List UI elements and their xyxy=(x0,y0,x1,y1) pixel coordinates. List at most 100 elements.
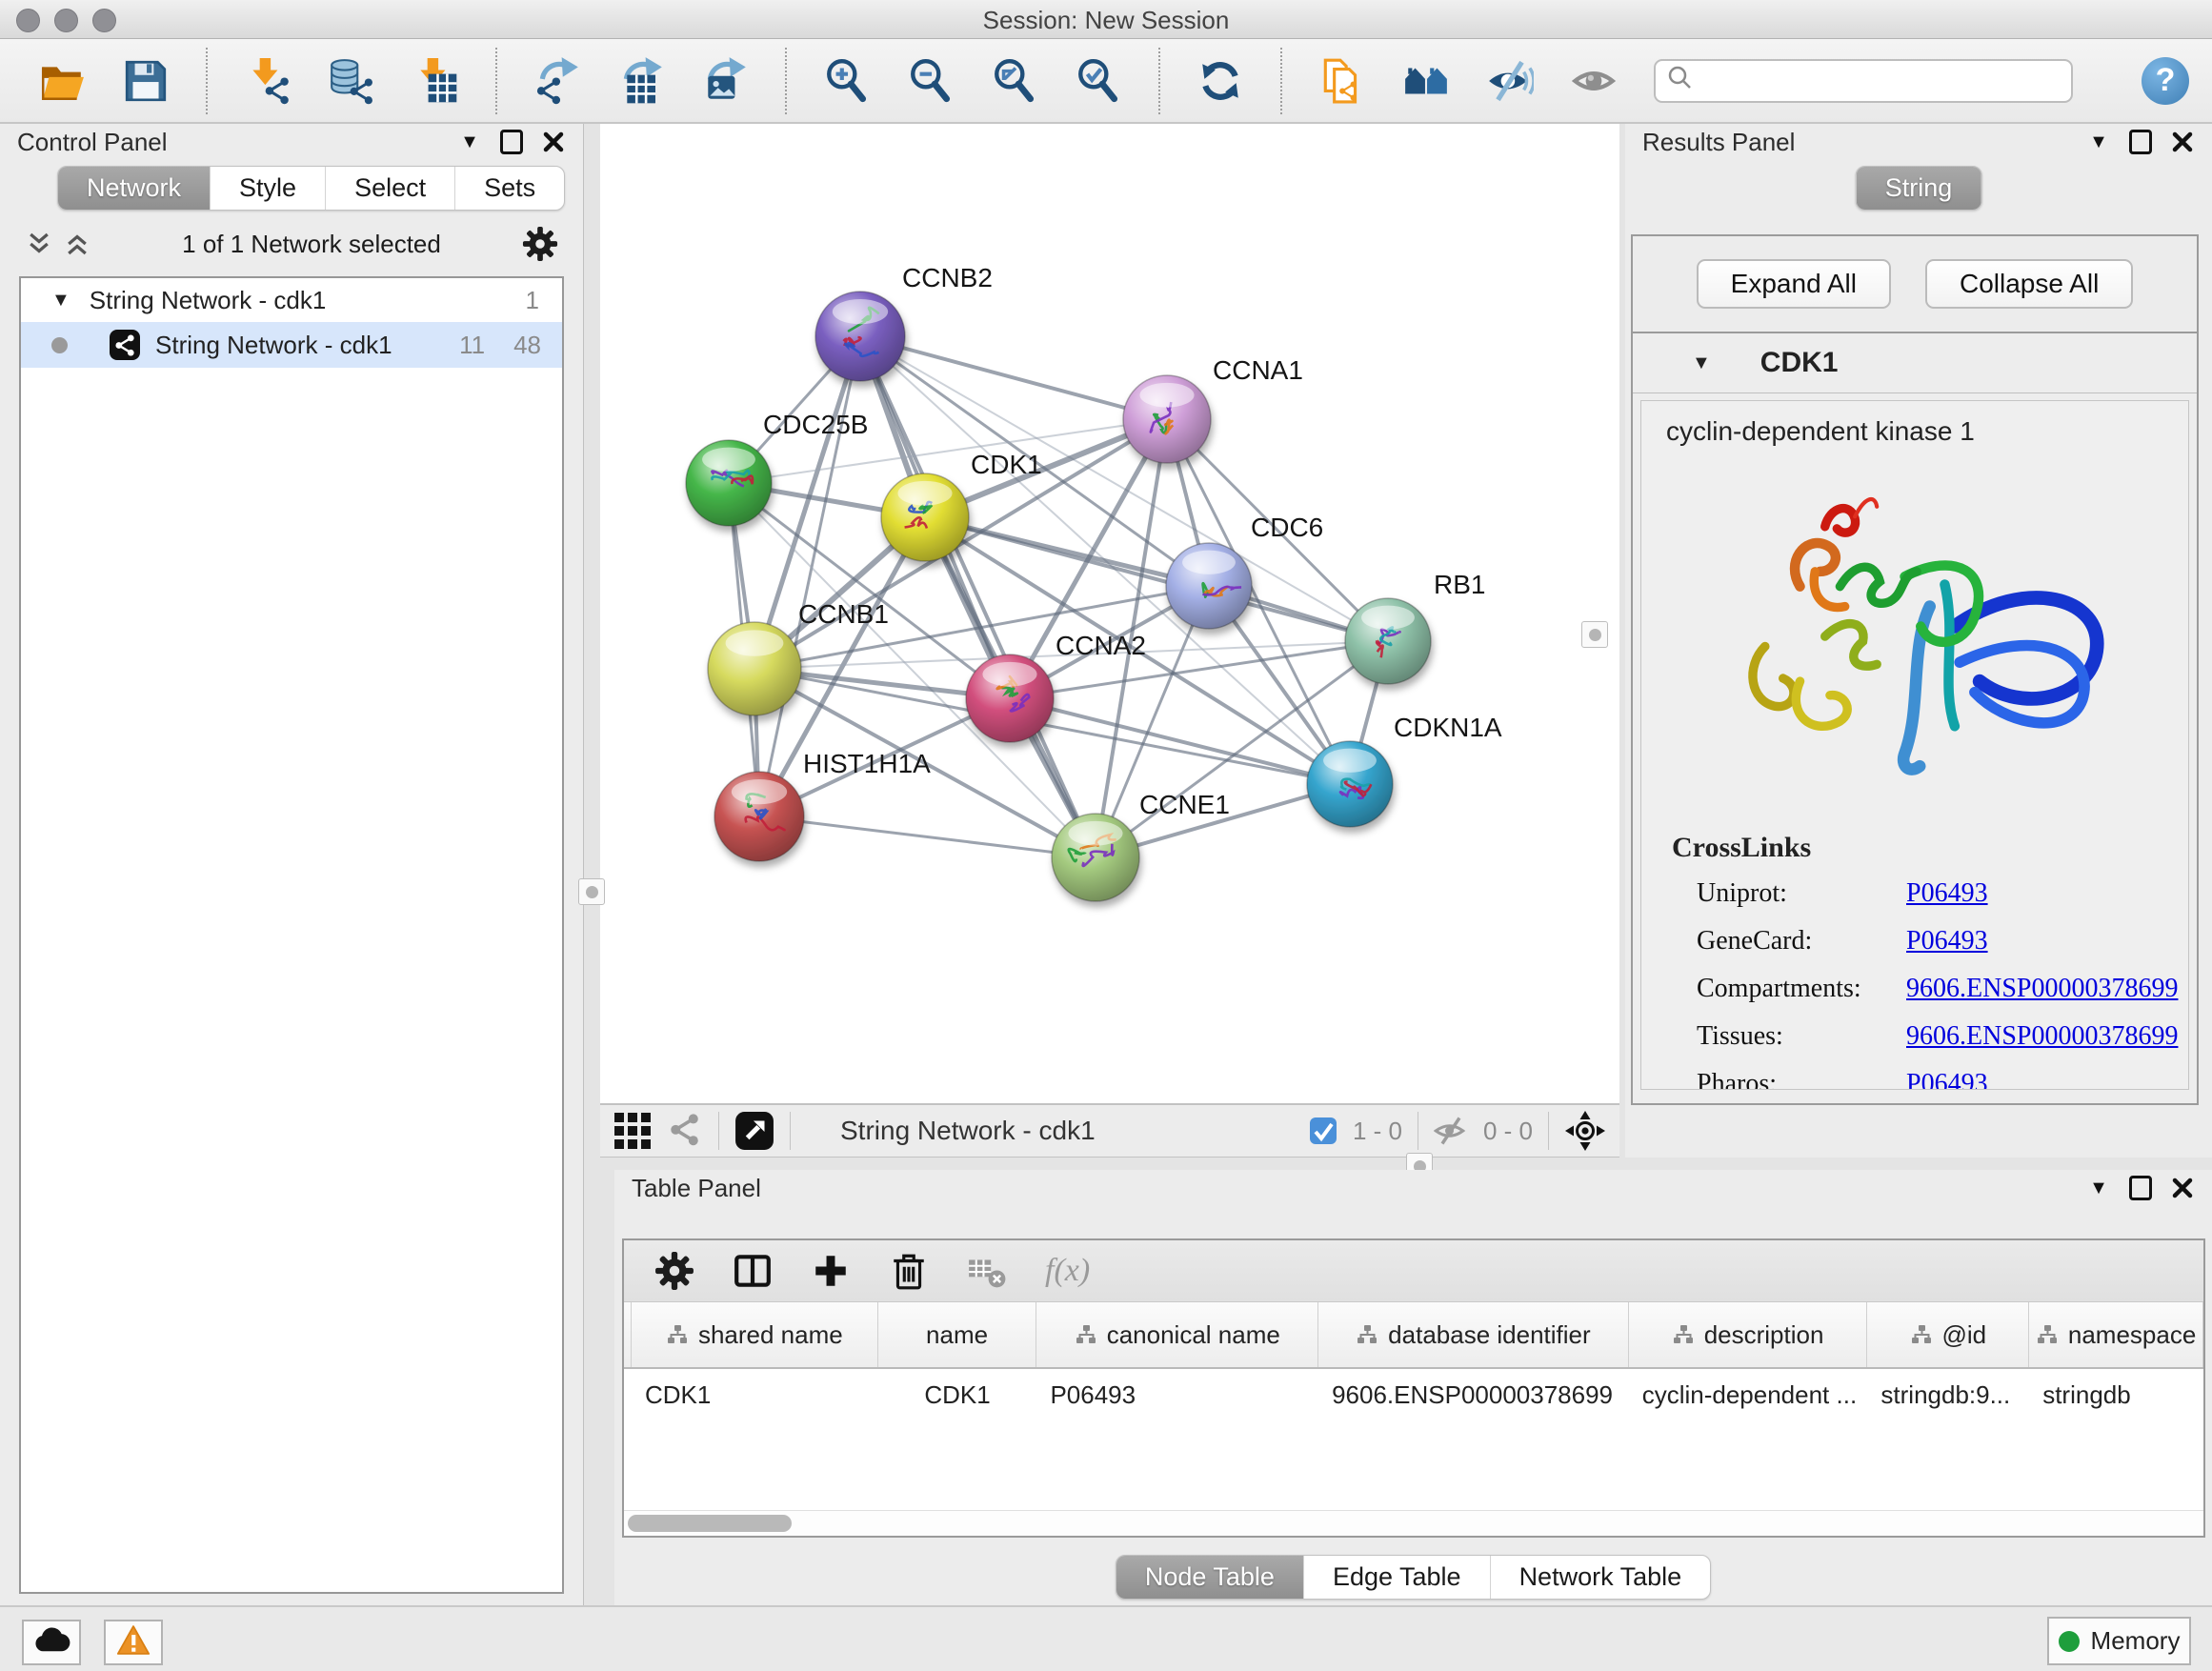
network-canvas[interactable]: CCNB2CCNA1CDC25BCDK1CDC6RB1CCNB1CCNA2CDK… xyxy=(600,124,1619,1103)
expand-all-networks-icon[interactable] xyxy=(63,230,91,258)
table-cell[interactable]: 9606.ENSP00000378699 xyxy=(1318,1369,1629,1420)
close-results-icon[interactable] xyxy=(2170,130,2195,154)
node-CDK1[interactable] xyxy=(881,473,969,561)
open-session-icon[interactable] xyxy=(38,57,86,105)
detach-view-icon[interactable] xyxy=(734,1111,774,1151)
collapse-results-icon[interactable]: ▼ xyxy=(2086,130,2111,154)
float-panel-icon[interactable] xyxy=(499,130,524,154)
edge-CCNB2-HIST1H1A[interactable] xyxy=(759,336,860,816)
table-cell[interactable]: stringdb xyxy=(2029,1369,2203,1420)
expand-all-button[interactable]: Expand All xyxy=(1697,259,1891,309)
memory-button[interactable]: Memory xyxy=(2047,1617,2191,1665)
tab-network-table[interactable]: Network Table xyxy=(1490,1556,1711,1599)
search-input[interactable] xyxy=(1701,65,2060,96)
tab-string[interactable]: String xyxy=(1857,167,1981,210)
node-label-CDKN1A: CDKN1A xyxy=(1394,713,1502,742)
crosslink-link[interactable]: 9606.ENSP00000378699 xyxy=(1906,974,2178,1004)
first-neighbors-icon[interactable] xyxy=(1402,57,1450,105)
scrollbar-thumb[interactable] xyxy=(628,1515,792,1532)
tab-select[interactable]: Select xyxy=(325,167,454,210)
table-cell[interactable]: CDK1 xyxy=(878,1369,1037,1420)
import-network-icon[interactable] xyxy=(244,57,292,105)
table-cell[interactable]: P06493 xyxy=(1036,1369,1318,1420)
crosslink-link[interactable]: 9606.ENSP00000378699 xyxy=(1906,1021,2178,1052)
table-cell[interactable]: stringdb:9... xyxy=(1867,1369,2029,1420)
zoom-selected-icon[interactable] xyxy=(1075,57,1122,105)
collapse-table-icon[interactable]: ▼ xyxy=(2086,1176,2111,1200)
warnings-button[interactable] xyxy=(104,1620,163,1665)
column-header-description[interactable]: description xyxy=(1629,1302,1868,1367)
table-cell[interactable]: CDK1 xyxy=(632,1369,878,1420)
edge-HIST1H1A-CCNE1[interactable] xyxy=(759,816,1096,857)
show-columns-icon[interactable] xyxy=(733,1251,773,1291)
network-row-selected[interactable]: String Network - cdk1 11 48 xyxy=(21,322,562,368)
column-header-id[interactable]: @id xyxy=(1867,1302,2029,1367)
float-table-icon[interactable] xyxy=(2128,1176,2153,1200)
close-table-icon[interactable] xyxy=(2170,1176,2195,1200)
column-header-database-identifier[interactable]: database identifier xyxy=(1318,1302,1629,1367)
node-CDC25B[interactable] xyxy=(686,440,772,526)
help-button[interactable]: ? xyxy=(2142,57,2189,105)
crosslink-link[interactable]: P06493 xyxy=(1906,1069,1988,1090)
node-CCNB2[interactable] xyxy=(815,292,905,381)
cloud-status-button[interactable] xyxy=(22,1620,81,1665)
network-options-gear-icon[interactable] xyxy=(522,226,558,262)
node-CCNB1[interactable] xyxy=(708,622,801,715)
table-row[interactable]: CDK1CDK1P064939606.ENSP00000378699cyclin… xyxy=(624,1369,2203,1420)
zoom-fit-icon[interactable] xyxy=(991,57,1038,105)
hide-selected-icon[interactable] xyxy=(1486,57,1534,105)
export-network-icon[interactable] xyxy=(533,57,581,105)
node-HIST1H1A[interactable] xyxy=(714,772,804,861)
node-CCNE1[interactable] xyxy=(1052,814,1139,901)
birdseye-view-icon[interactable] xyxy=(1564,1110,1606,1152)
left-splitter-handle[interactable] xyxy=(578,878,605,905)
table-options-gear-icon[interactable] xyxy=(654,1251,694,1291)
node-CCNA2[interactable] xyxy=(966,654,1054,742)
node-CCNA1[interactable] xyxy=(1123,375,1211,463)
node-CDC6[interactable] xyxy=(1166,543,1252,629)
save-session-icon[interactable] xyxy=(122,57,170,105)
network-collection-row[interactable]: ▼ String Network - cdk1 1 xyxy=(21,278,562,322)
search-box[interactable] xyxy=(1654,59,2073,103)
crosslink-label: GeneCard: xyxy=(1697,926,1906,956)
collection-expand-icon[interactable]: ▼ xyxy=(51,290,70,312)
tab-network[interactable]: Network xyxy=(58,167,210,210)
node-RB1[interactable] xyxy=(1345,598,1431,684)
import-table-icon[interactable] xyxy=(412,57,459,105)
collapse-all-button[interactable]: Collapse All xyxy=(1925,259,2133,309)
right-splitter-handle[interactable] xyxy=(1581,621,1608,648)
network-view-title: String Network - cdk1 xyxy=(840,1116,1096,1146)
tab-node-table[interactable]: Node Table xyxy=(1116,1556,1303,1599)
zoom-in-icon[interactable] xyxy=(823,57,871,105)
column-header-shared-name[interactable]: shared name xyxy=(632,1302,878,1367)
selected-items-checkbox-icon[interactable] xyxy=(1309,1117,1337,1145)
column-header-name[interactable]: name xyxy=(878,1302,1037,1367)
zoom-out-icon[interactable] xyxy=(907,57,955,105)
collapse-all-networks-icon[interactable] xyxy=(25,230,53,258)
import-network-database-icon[interactable] xyxy=(328,57,375,105)
table-horizontal-scrollbar[interactable] xyxy=(624,1510,2203,1536)
edge-CCNB2-CCNE1[interactable] xyxy=(860,336,1096,857)
table-cell[interactable]: cyclin-dependent ... xyxy=(1629,1369,1868,1420)
string-share-icon[interactable] xyxy=(667,1113,703,1149)
duplicate-network-icon[interactable] xyxy=(1318,57,1366,105)
collapse-panel-icon[interactable]: ▼ xyxy=(457,130,482,154)
tab-style[interactable]: Style xyxy=(210,167,325,210)
export-image-icon[interactable] xyxy=(701,57,749,105)
entry-collapse-icon[interactable]: ▼ xyxy=(1692,352,1711,374)
crosslink-link[interactable]: P06493 xyxy=(1906,926,1988,956)
float-results-icon[interactable] xyxy=(2128,130,2153,154)
tab-edge-table[interactable]: Edge Table xyxy=(1303,1556,1490,1599)
tab-sets[interactable]: Sets xyxy=(454,167,564,210)
delete-column-icon[interactable] xyxy=(889,1251,929,1291)
grid-view-icon[interactable] xyxy=(613,1112,652,1150)
create-column-icon[interactable] xyxy=(811,1251,851,1291)
entry-description: cyclin-dependent kinase 1 xyxy=(1666,416,2188,447)
crosslink-link[interactable]: P06493 xyxy=(1906,878,1988,909)
column-header-canonical-name[interactable]: canonical name xyxy=(1036,1302,1318,1367)
export-table-icon[interactable] xyxy=(617,57,665,105)
close-panel-icon[interactable] xyxy=(541,130,566,154)
column-header-namespace[interactable]: namespace xyxy=(2029,1302,2203,1367)
refresh-icon[interactable] xyxy=(1196,57,1244,105)
node-CDKN1A[interactable] xyxy=(1307,741,1393,827)
